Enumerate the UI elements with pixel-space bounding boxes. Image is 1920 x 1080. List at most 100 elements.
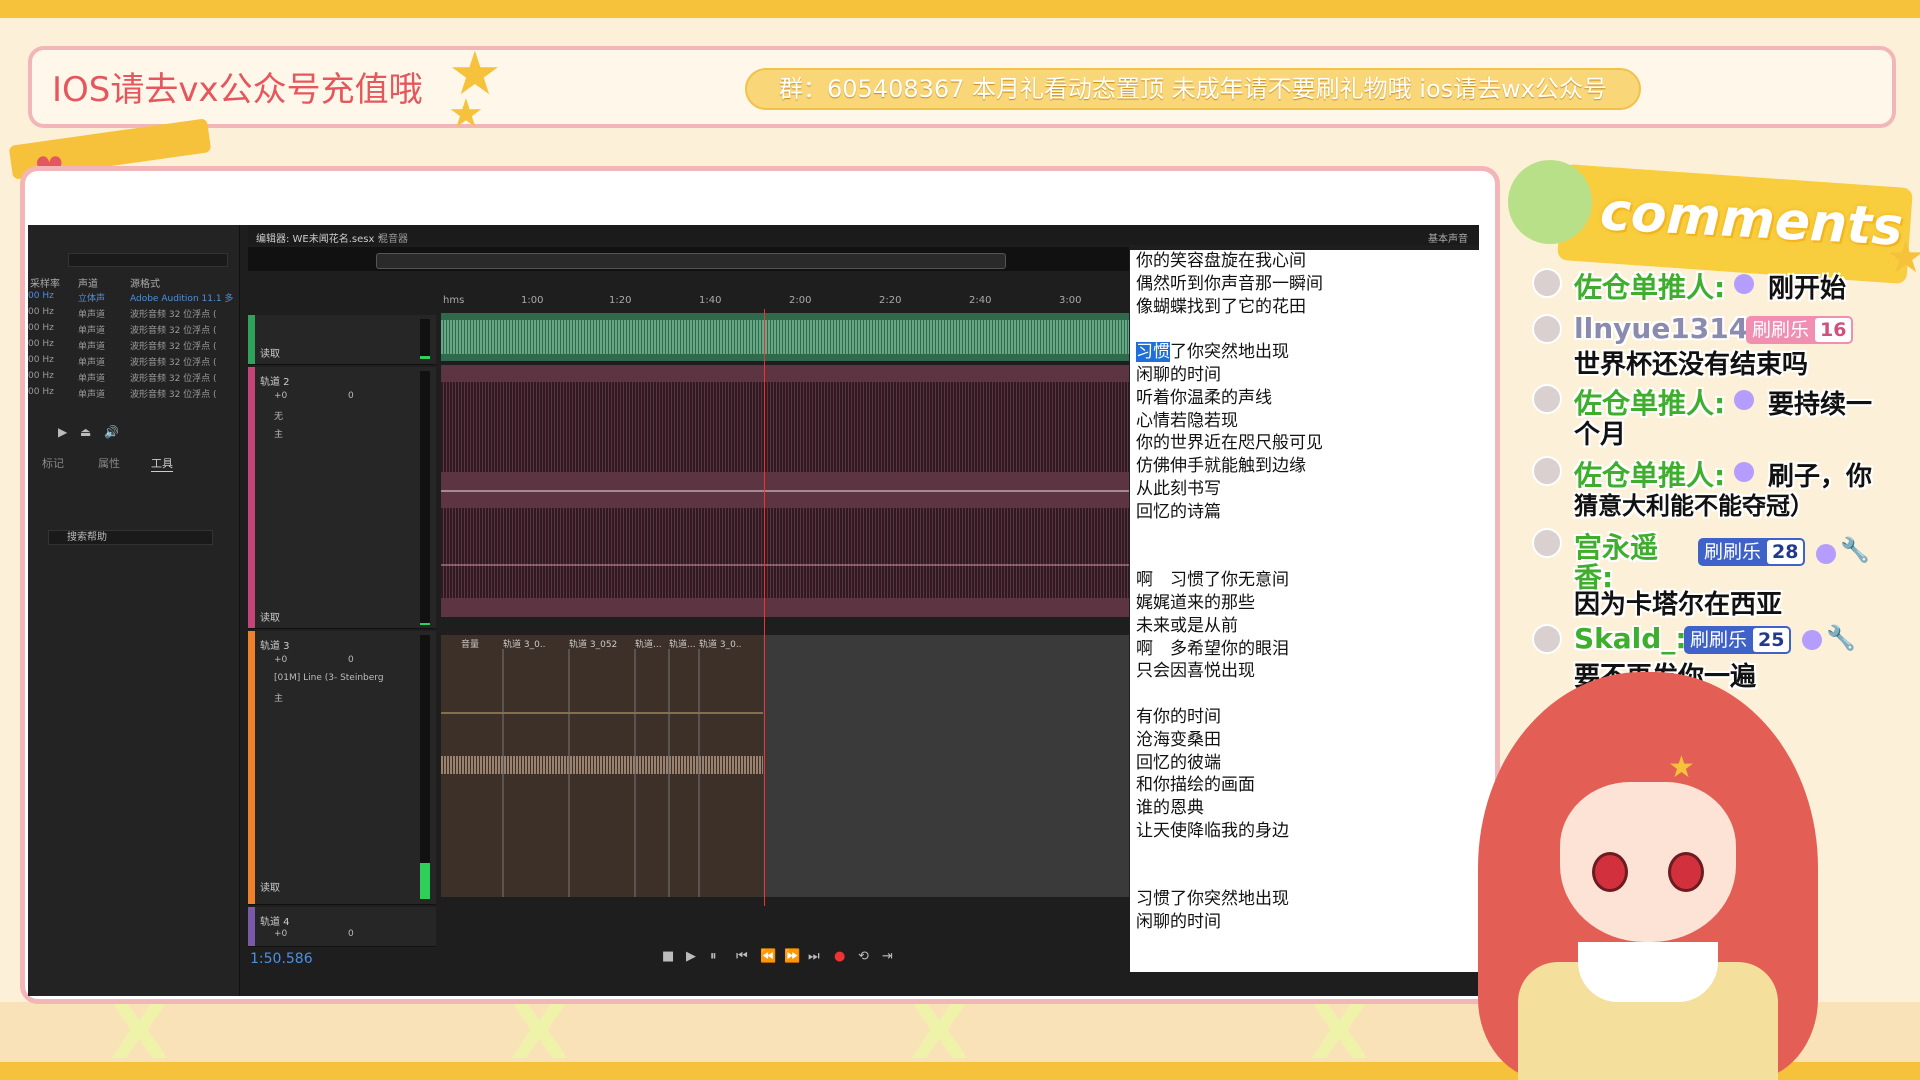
zoom-navigator[interactable] — [376, 253, 1006, 269]
export-icon[interactable]: ⏏ — [80, 425, 91, 439]
track-name[interactable]: 轨道 4 — [260, 913, 290, 928]
track-header-4[interactable]: 轨道 4 +0 0 — [248, 907, 436, 947]
tab-markers[interactable]: 标记 — [42, 455, 64, 471]
go-to-end-button[interactable]: ⏭ — [808, 949, 820, 964]
lyric-line: 沧海变桑田 — [1136, 729, 1221, 750]
playhead[interactable] — [764, 309, 765, 906]
fan-badge: 刷刷乐 28 — [1698, 538, 1806, 566]
column-header[interactable]: 采样率 — [30, 275, 60, 290]
clip-label[interactable]: 音量 — [461, 637, 479, 650]
medal-icon — [1816, 544, 1836, 564]
files-panel: 采样率 声道 源格式 00 Hz 立体声 Adobe Audition 11.1… — [28, 225, 240, 996]
file-row[interactable]: 00 Hz 单声道 波形音频 32 位浮点 ( — [28, 323, 223, 339]
ruler-label: 1:20 — [609, 295, 632, 306]
editor-tabs: 编辑器: WE未闻花名.sesx * 混音器 基本声音 — [248, 225, 1479, 245]
fast-forward-button[interactable]: ⏩ — [784, 949, 800, 964]
badge-level: 25 — [1753, 628, 1790, 652]
track-2-waveform[interactable] — [441, 365, 1129, 617]
file-rate: 00 Hz — [28, 387, 54, 397]
track-header-1[interactable]: 读取 — [248, 315, 436, 365]
clip-label[interactable]: 轨道 3_0.. — [503, 637, 546, 650]
avatar-face — [1560, 782, 1736, 942]
file-rate: 00 Hz — [28, 371, 54, 381]
x-decoration: X — [1310, 1002, 1369, 1062]
tab-mixer[interactable]: 混音器 — [378, 230, 408, 245]
file-row[interactable]: 00 Hz 单声道 波形音频 32 位浮点 ( — [28, 371, 223, 387]
comment-text: 刚开始 — [1768, 274, 1847, 304]
file-row[interactable]: 00 Hz 单声道 波形音频 32 位浮点 ( — [28, 307, 223, 323]
stop-button[interactable]: ■ — [662, 949, 674, 964]
track-pan[interactable]: 0 — [348, 391, 354, 401]
track-pan[interactable]: 0 — [348, 929, 354, 939]
x-decoration: X — [510, 1002, 569, 1062]
file-row[interactable]: 00 Hz 单声道 波形音频 32 位浮点 ( — [28, 387, 223, 403]
file-row[interactable]: 00 Hz 单声道 波形音频 32 位浮点 ( — [28, 355, 223, 371]
fan-badge: 刷刷乐 16 — [1746, 316, 1854, 344]
lyric-line — [1136, 683, 1479, 706]
badge-label: 刷刷乐 — [1752, 319, 1810, 341]
clip-label[interactable]: 轨道 3_0.. — [699, 637, 742, 650]
skip-button[interactable]: ⇥ — [882, 949, 893, 964]
file-row[interactable]: 00 Hz 单声道 波形音频 32 位浮点 ( — [28, 339, 223, 355]
file-search-input[interactable] — [68, 253, 228, 267]
comment-user: 佐仓单推人: — [1574, 271, 1726, 304]
track-name[interactable]: 轨道 2 — [260, 373, 290, 388]
track-output[interactable]: 主 — [274, 691, 283, 704]
track-volume[interactable]: +0 — [274, 655, 287, 665]
lyric-line: 闲聊的时间 — [1136, 912, 1221, 933]
waveform-graphic — [441, 382, 1129, 598]
clip-label[interactable]: 轨道... — [669, 637, 696, 650]
track-color — [248, 631, 255, 904]
track-color — [248, 907, 255, 946]
play-icon[interactable]: ▶ — [58, 425, 67, 439]
lyrics-panel[interactable]: 你的笑容盘旋在我心间 偶然听到你声音那一瞬间 像蝴蝶找到了它的花田 习惯了你突然… — [1130, 250, 1479, 972]
star-icon: ★ — [1886, 232, 1920, 283]
track-input[interactable]: [01M] Line (3- Steinberg — [274, 673, 384, 683]
loop-button[interactable]: ⟲ — [858, 949, 869, 964]
rewind-button[interactable]: ⏪ — [760, 949, 776, 964]
track-3-empty[interactable] — [763, 635, 1129, 897]
comment-text: 因为卡塔尔在西亚 — [1574, 590, 1783, 620]
avatar — [1532, 624, 1562, 654]
track-header-2[interactable]: 轨道 2 +0 0 无 主 读取 — [248, 367, 436, 629]
transport-controls: ■ ▶ ⏸ ⏮ ⏪ ⏩ ⏭ ● ⟲ ⇥ — [628, 949, 928, 969]
clip-label[interactable]: 轨道 3_052 — [569, 637, 617, 650]
pause-button[interactable]: ⏸ — [710, 949, 717, 964]
track-output[interactable]: 主 — [274, 427, 283, 440]
avatar — [1532, 268, 1562, 298]
overview-bar[interactable] — [248, 247, 1129, 271]
track-volume[interactable]: +0 — [274, 391, 287, 401]
tab-properties[interactable]: 属性 — [98, 455, 120, 471]
file-row[interactable]: 00 Hz 立体声 Adobe Audition 11.1 多 — [28, 291, 233, 307]
track-volume[interactable]: +0 — [274, 929, 287, 939]
comment-user: Skald_: — [1574, 622, 1687, 655]
track-name[interactable]: 轨道 3 — [260, 637, 290, 652]
play-button[interactable]: ▶ — [686, 949, 696, 964]
top-border — [0, 0, 1920, 18]
time-ruler[interactable]: hms 1:00 1:20 1:40 2:00 2:20 2:40 3:00 — [441, 293, 1129, 309]
track-color — [248, 315, 255, 364]
tab-editor[interactable]: 编辑器: WE未闻花名.sesx * — [256, 230, 383, 245]
speaker-icon[interactable]: 🔊 — [104, 425, 119, 439]
automation-read[interactable]: 读取 — [260, 345, 280, 360]
clip-label[interactable]: 轨道... — [635, 637, 662, 650]
bear-mascot-icon — [1508, 160, 1592, 244]
automation-read[interactable]: 读取 — [260, 879, 280, 894]
track-input[interactable]: 无 — [274, 409, 283, 422]
column-header[interactable]: 源格式 — [130, 275, 160, 290]
tab-tools[interactable]: 工具 — [151, 455, 173, 472]
track-3-clips[interactable]: 音量 轨道 3_0.. 轨道 3_052 轨道... 轨道... 轨道 3_0.… — [441, 635, 763, 897]
go-to-start-button[interactable]: ⏮ — [736, 949, 748, 964]
track-pan[interactable]: 0 — [348, 655, 354, 665]
record-button[interactable]: ● — [834, 949, 845, 964]
track-header-3[interactable]: 轨道 3 +0 0 [01M] Line (3- Steinberg 主 读取 — [248, 631, 436, 905]
automation-read[interactable]: 读取 — [260, 609, 280, 624]
file-format: Adobe Audition 11.1 多 — [130, 294, 234, 304]
track-1-waveform[interactable] — [441, 313, 1129, 361]
column-header[interactable]: 声道 — [78, 275, 98, 290]
lyric-line: 仿佛伸手就能触到边缘 — [1136, 456, 1306, 477]
comment-text: 世界杯还没有结束吗 — [1574, 350, 1809, 380]
lyric-line: 偶然听到你声音那一瞬间 — [1136, 273, 1323, 294]
file-channel: 单声道 — [78, 358, 106, 368]
help-search-input[interactable]: 搜索帮助 — [48, 530, 213, 545]
